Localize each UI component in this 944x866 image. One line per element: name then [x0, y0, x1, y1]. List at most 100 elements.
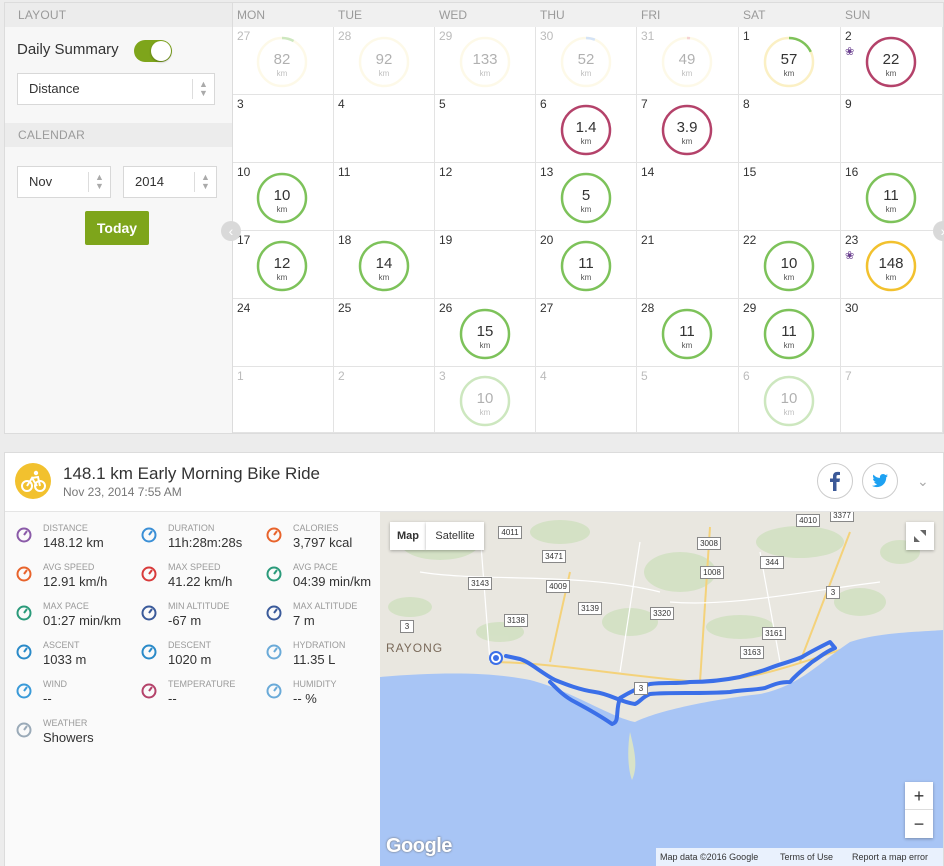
- calendar-day-cell[interactable]: 3 10 km: [435, 367, 536, 433]
- distance-ring[interactable]: 148 km: [865, 240, 917, 292]
- calendar-day-cell[interactable]: 28 11 km: [637, 299, 739, 367]
- chevron-down-icon[interactable]: ⌄: [917, 473, 929, 490]
- daily-summary-toggle[interactable]: [134, 40, 172, 62]
- distance-ring[interactable]: 11 km: [560, 240, 612, 292]
- stat-label: HUMIDITY: [293, 679, 337, 689]
- distance-unit: km: [479, 341, 491, 350]
- map-type-satellite-button[interactable]: Satellite: [426, 522, 484, 550]
- route-map[interactable]: Map Satellite RAYONG 4011 3471 3143 4009…: [380, 512, 943, 866]
- calendar-day-cell[interactable]: 18 14 km: [334, 231, 435, 299]
- distance-ring[interactable]: 11 km: [763, 308, 815, 360]
- zoom-in-button[interactable]: +: [905, 782, 933, 810]
- distance-ring[interactable]: 10 km: [763, 240, 815, 292]
- calendar-day-cell[interactable]: 8: [739, 95, 841, 163]
- fullscreen-button[interactable]: [906, 522, 934, 550]
- road-shield: 3471: [542, 550, 566, 563]
- road-shield: 3143: [468, 577, 492, 590]
- calendar-day-cell[interactable]: 6 10 km: [739, 367, 841, 433]
- fullscreen-icon: [914, 530, 926, 542]
- day-number: 9: [845, 97, 852, 111]
- distance-ring[interactable]: 92 km: [358, 36, 410, 88]
- distance-unit: km: [276, 273, 288, 282]
- distance-ring[interactable]: 10 km: [763, 375, 815, 427]
- calendar-day-cell[interactable]: 27: [536, 299, 637, 367]
- facebook-share-button[interactable]: [817, 463, 853, 499]
- today-button[interactable]: Today: [85, 211, 149, 245]
- calendar-day-cell[interactable]: 2 ❀ 22 km: [841, 27, 943, 95]
- showers-cloud-icon: [15, 721, 33, 739]
- zoom-out-button[interactable]: −: [905, 810, 933, 838]
- month-select[interactable]: Nov ▲ ▼: [17, 166, 111, 198]
- distance-ring[interactable]: 22 km: [865, 36, 917, 88]
- calendar-day-cell[interactable]: 29 133 km: [435, 27, 536, 95]
- calendar-day-cell[interactable]: 14: [637, 163, 739, 231]
- calendar-day-cell[interactable]: 9: [841, 95, 943, 163]
- calendar-day-cell[interactable]: 13 5 km: [536, 163, 637, 231]
- calendar-day-cell[interactable]: 30: [841, 299, 943, 367]
- prev-month-arrow-icon[interactable]: ‹: [221, 221, 241, 241]
- metric-select[interactable]: Distance ▲ ▼: [17, 73, 215, 105]
- calendar-day-cell[interactable]: 16 11 km: [841, 163, 943, 231]
- calendar-day-cell[interactable]: 28 92 km: [334, 27, 435, 95]
- calendar-day-cell[interactable]: 1: [233, 367, 334, 433]
- report-map-error-link[interactable]: Report a map error: [852, 848, 928, 866]
- calendar-day-cell[interactable]: 7: [841, 367, 943, 433]
- distance-ring[interactable]: 10 km: [459, 375, 511, 427]
- calendar-day-cell[interactable]: 5: [435, 95, 536, 163]
- calendar-day-cell[interactable]: 11: [334, 163, 435, 231]
- map-attribution-bar: Map data ©2016 Google Terms of Use Repor…: [656, 848, 943, 866]
- calendar-day-cell[interactable]: 15: [739, 163, 841, 231]
- stat-duration: DURATION 11h:28m:28s: [130, 520, 255, 556]
- calendar-day-cell[interactable]: 10 10 km: [233, 163, 334, 231]
- calendar-day-cell[interactable]: 24: [233, 299, 334, 367]
- calendar-day-cell[interactable]: 21: [637, 231, 739, 299]
- distance-ring[interactable]: 82 km: [256, 36, 308, 88]
- distance-ring[interactable]: 3.9 km: [661, 104, 713, 156]
- calendar-day-cell[interactable]: 23 ❀ 148 km: [841, 231, 943, 299]
- water-drops-icon: [265, 643, 283, 661]
- stat-value: 12.91 km/h: [43, 574, 108, 589]
- calendar-day-cell[interactable]: 25: [334, 299, 435, 367]
- calendar-day-cell[interactable]: 30 52 km: [536, 27, 637, 95]
- road-shield: 3138: [504, 614, 528, 627]
- calendar-day-cell[interactable]: 7 3.9 km: [637, 95, 739, 163]
- speedometer-icon: [15, 565, 33, 583]
- distance-ring[interactable]: 14 km: [358, 240, 410, 292]
- calendar-day-cell[interactable]: 2: [334, 367, 435, 433]
- distance-ring[interactable]: 12 km: [256, 240, 308, 292]
- year-select[interactable]: 2014 ▲ ▼: [123, 166, 217, 198]
- day-number: 4: [338, 97, 345, 111]
- map-type-map-button[interactable]: Map: [390, 522, 426, 550]
- calendar-day-cell[interactable]: 31 49 km: [637, 27, 739, 95]
- calendar-day-cell[interactable]: 1 57 km: [739, 27, 841, 95]
- distance-ring[interactable]: 57 km: [763, 36, 815, 88]
- distance-ring[interactable]: 10 km: [256, 172, 308, 224]
- calendar-day-cell[interactable]: 5: [637, 367, 739, 433]
- calendar-day-cell[interactable]: 22 10 km: [739, 231, 841, 299]
- calendar-day-cell[interactable]: 6 1.4 km: [536, 95, 637, 163]
- day-number: 4: [540, 369, 547, 383]
- distance-ring[interactable]: 5 km: [560, 172, 612, 224]
- flame-icon: [265, 526, 283, 544]
- calendar-day-cell[interactable]: 27 82 km: [233, 27, 334, 95]
- distance-ring[interactable]: 11 km: [865, 172, 917, 224]
- calendar-day-cell[interactable]: 26 15 km: [435, 299, 536, 367]
- calendar-day-cell[interactable]: 20 11 km: [536, 231, 637, 299]
- distance-ring[interactable]: 15 km: [459, 308, 511, 360]
- distance-ring[interactable]: 1.4 km: [560, 104, 612, 156]
- calendar-day-cell[interactable]: 19: [435, 231, 536, 299]
- calendar-day-cell[interactable]: 12: [435, 163, 536, 231]
- distance-ring[interactable]: 52 km: [560, 36, 612, 88]
- select-arrows-icon: ▲ ▼: [192, 79, 214, 99]
- calendar-day-cell[interactable]: 29 11 km: [739, 299, 841, 367]
- calendar-day-cell[interactable]: 4: [536, 367, 637, 433]
- achievement-badge-icon: ❀: [845, 250, 855, 262]
- terms-of-use-link[interactable]: Terms of Use: [780, 848, 833, 866]
- calendar-day-cell[interactable]: 4: [334, 95, 435, 163]
- twitter-share-button[interactable]: [862, 463, 898, 499]
- distance-ring[interactable]: 11 km: [661, 308, 713, 360]
- calendar-day-cell[interactable]: 17 12 km: [233, 231, 334, 299]
- distance-ring[interactable]: 133 km: [459, 36, 511, 88]
- distance-ring[interactable]: 49 km: [661, 36, 713, 88]
- calendar-day-cell[interactable]: 3: [233, 95, 334, 163]
